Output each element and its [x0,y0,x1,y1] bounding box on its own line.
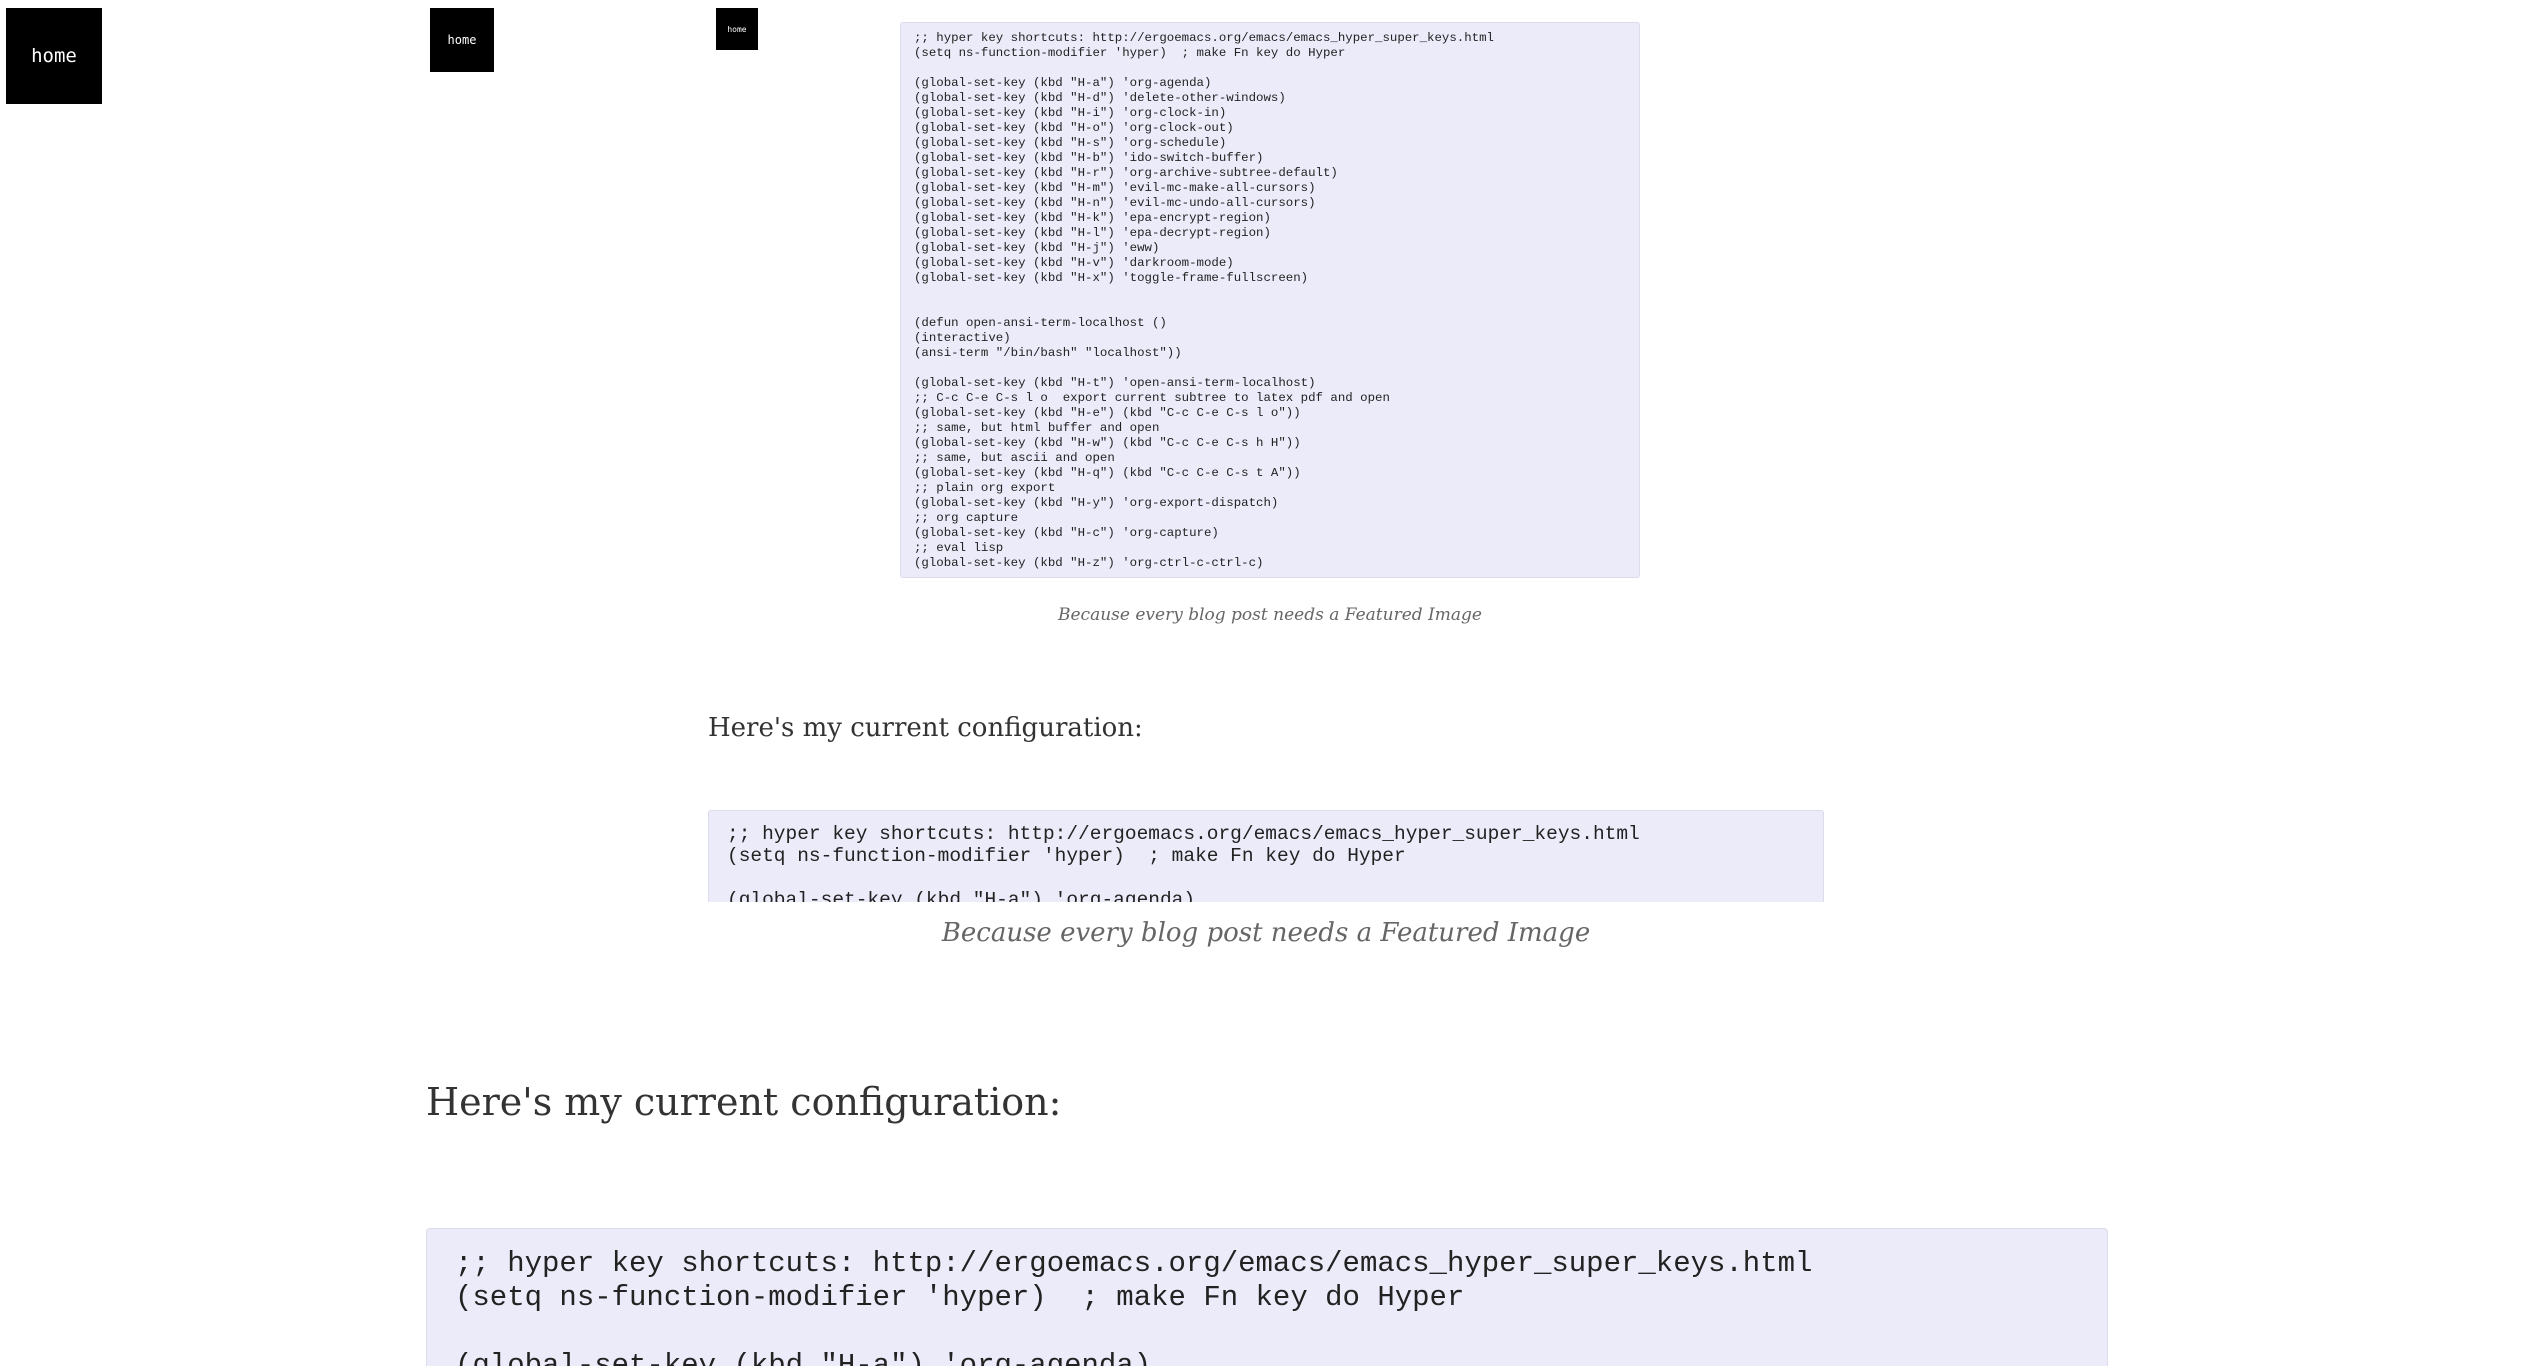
home-button[interactable]: home [716,8,758,50]
figure-caption: Because every blog post needs a Featured… [1058,605,1482,625]
figure-caption: Because every blog post needs a Featured… [941,918,1591,948]
intro-paragraph: Here's my current configuration: [708,713,1143,743]
code-text: ;; hyper key shortcuts: http://ergoemacs… [914,31,1494,570]
home-button[interactable]: home [6,8,102,104]
featured-code-block: ;; hyper key shortcuts: http://ergoemacs… [900,22,1640,578]
intro-paragraph: Here's my current configuration: [426,1080,1062,1124]
code-text: ;; hyper key shortcuts: http://ergoemacs… [455,1247,1813,1366]
code-block: ;; hyper key shortcuts: http://ergoemacs… [708,810,1824,902]
code-block: ;; hyper key shortcuts: http://ergoemacs… [426,1228,2108,1366]
home-button[interactable]: home [430,8,494,72]
code-text: ;; hyper key shortcuts: http://ergoemacs… [727,823,1640,902]
